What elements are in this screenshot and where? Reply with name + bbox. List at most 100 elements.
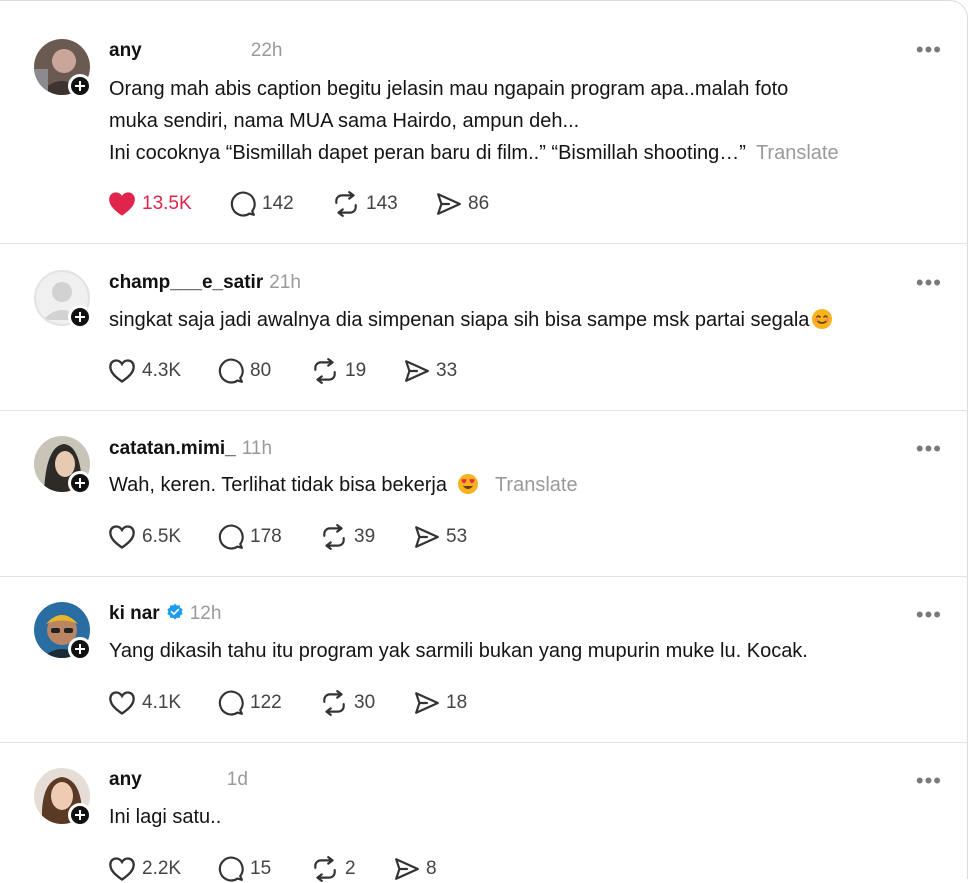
- username-redaction: [149, 42, 245, 59]
- post: ki nar 12h ••• Yang dikasih tahu itu prog…: [0, 577, 968, 743]
- repost-icon: [323, 690, 345, 716]
- follow-plus-icon[interactable]: [68, 637, 92, 661]
- follow-plus-icon[interactable]: [68, 74, 92, 98]
- repost-button[interactable]: 39: [320, 523, 375, 551]
- post-header: champ___e_satir 21h: [109, 272, 301, 294]
- repost-count: 2: [345, 858, 356, 879]
- share-count: 53: [446, 526, 468, 547]
- repost-count: 19: [345, 360, 367, 381]
- post-header: any 22h: [109, 40, 282, 62]
- post-text-line: Orang mah abis caption begitu jelasin ma…: [109, 78, 789, 100]
- share-icon: [395, 858, 419, 880]
- repost-count: 143: [366, 193, 398, 214]
- post-header: ki nar 12h: [109, 603, 221, 625]
- translate-link[interactable]: Translate: [495, 474, 578, 496]
- more-dots-icon[interactable]: •••: [916, 602, 942, 628]
- heart-eyes-emoji-icon: [457, 474, 478, 494]
- post-text-line: Wah, keren. Terlihat tidak bisa bekerja: [109, 474, 447, 496]
- like-count: 4.3K: [142, 360, 182, 381]
- share-button[interactable]: 33: [404, 357, 457, 385]
- repost-icon: [323, 524, 345, 550]
- like-count: 6.5K: [142, 526, 182, 547]
- reply-count: 142: [262, 193, 294, 214]
- share-icon: [405, 360, 429, 382]
- timestamp: 22h: [250, 40, 283, 61]
- post: catatan.mimi_ 11h ••• Wah, keren. Terliha…: [0, 411, 968, 577]
- username[interactable]: any: [109, 769, 142, 791]
- timestamp: 1d: [226, 769, 248, 790]
- post-header: any 1d: [109, 769, 248, 791]
- post-header: catatan.mimi_ 11h: [109, 438, 272, 460]
- repost-button[interactable]: 30: [320, 689, 375, 717]
- more-dots-icon[interactable]: •••: [916, 37, 942, 63]
- timestamp: 11h: [241, 438, 273, 459]
- repost-icon: [314, 358, 336, 384]
- heart-icon: [109, 857, 135, 881]
- like-button[interactable]: 6.5K: [108, 523, 181, 551]
- more-dots-icon[interactable]: •••: [916, 270, 942, 296]
- translate-link[interactable]: Translate: [756, 142, 839, 164]
- follow-plus-icon[interactable]: [68, 471, 92, 495]
- share-icon: [437, 193, 461, 215]
- username[interactable]: champ___e_satir: [109, 272, 263, 294]
- reply-button[interactable]: 80: [218, 357, 271, 385]
- like-count: 2.2K: [142, 858, 182, 879]
- follow-plus-icon[interactable]: [68, 305, 92, 329]
- post-text-line: singkat saja jadi awalnya dia simpenan s…: [109, 309, 810, 331]
- repost-button[interactable]: 143: [332, 190, 398, 218]
- share-count: 33: [436, 360, 458, 381]
- username-redaction: [145, 771, 221, 788]
- timestamp: 12h: [189, 603, 222, 624]
- like-count: 4.1K: [142, 692, 182, 713]
- share-button[interactable]: 18: [414, 689, 467, 717]
- post-text-line: muka sendiri, nama MUA sama Hairdo, ampu…: [109, 110, 580, 132]
- reply-bubble-icon: [218, 856, 244, 882]
- share-count: 8: [426, 858, 437, 879]
- more-dots-icon[interactable]: •••: [916, 768, 942, 794]
- reply-button[interactable]: 142: [230, 190, 294, 218]
- like-button[interactable]: 4.1K: [108, 689, 181, 717]
- post-text: Wah, keren. Terlihat tidak bisa bekerja T…: [109, 469, 944, 501]
- repost-icon: [314, 856, 336, 882]
- post: any 1d ••• Ini lagi satu.. 2.2K 15 2 8: [0, 743, 968, 882]
- reply-button[interactable]: 122: [218, 689, 282, 717]
- smile-emoji-icon: [812, 309, 833, 329]
- share-count: 18: [446, 692, 468, 713]
- repost-count: 39: [354, 526, 376, 547]
- like-button[interactable]: 13.5K: [108, 190, 192, 218]
- like-button[interactable]: 4.3K: [108, 357, 181, 385]
- post: champ___e_satir 21h ••• singkat saja jadi…: [0, 244, 968, 411]
- username[interactable]: ki nar: [109, 603, 160, 625]
- username[interactable]: any: [109, 40, 142, 62]
- reply-count: 15: [250, 858, 272, 879]
- reply-bubble-icon: [230, 191, 256, 217]
- post-text: Ini lagi satu..: [109, 801, 944, 833]
- reply-bubble-icon: [218, 690, 244, 716]
- like-count: 13.5K: [142, 193, 192, 214]
- repost-button[interactable]: 19: [311, 357, 366, 385]
- reply-count: 80: [250, 360, 272, 381]
- reply-bubble-icon: [218, 524, 244, 550]
- threads-feed: any 22h ••• Orang mah abis caption begitu…: [0, 0, 968, 882]
- post: any 22h ••• Orang mah abis caption begitu…: [0, 1, 968, 244]
- post-text-line: Ini cocoknya “Bismillah dapet peran baru…: [109, 142, 746, 164]
- share-count: 86: [468, 193, 490, 214]
- post-text-line: Yang dikasih tahu itu program yak sarmil…: [109, 640, 808, 662]
- username[interactable]: catatan.mimi_: [109, 438, 236, 460]
- repost-icon: [335, 191, 357, 217]
- share-icon: [415, 692, 439, 714]
- heart-icon: [109, 525, 135, 549]
- verified-badge-icon: [167, 603, 183, 620]
- reply-count: 122: [250, 692, 282, 713]
- reply-bubble-icon: [218, 358, 244, 384]
- more-dots-icon[interactable]: •••: [916, 436, 942, 462]
- reply-button[interactable]: 178: [218, 523, 282, 551]
- post-text: Orang mah abis caption begitu jelasin ma…: [109, 73, 944, 169]
- share-button[interactable]: 53: [414, 523, 467, 551]
- share-button[interactable]: 86: [436, 190, 489, 218]
- post-text: singkat saja jadi awalnya dia simpenan s…: [109, 304, 944, 336]
- heart-icon: [109, 359, 135, 383]
- follow-plus-icon[interactable]: [68, 803, 92, 827]
- timestamp: 21h: [269, 272, 301, 293]
- heart-icon: [109, 192, 135, 216]
